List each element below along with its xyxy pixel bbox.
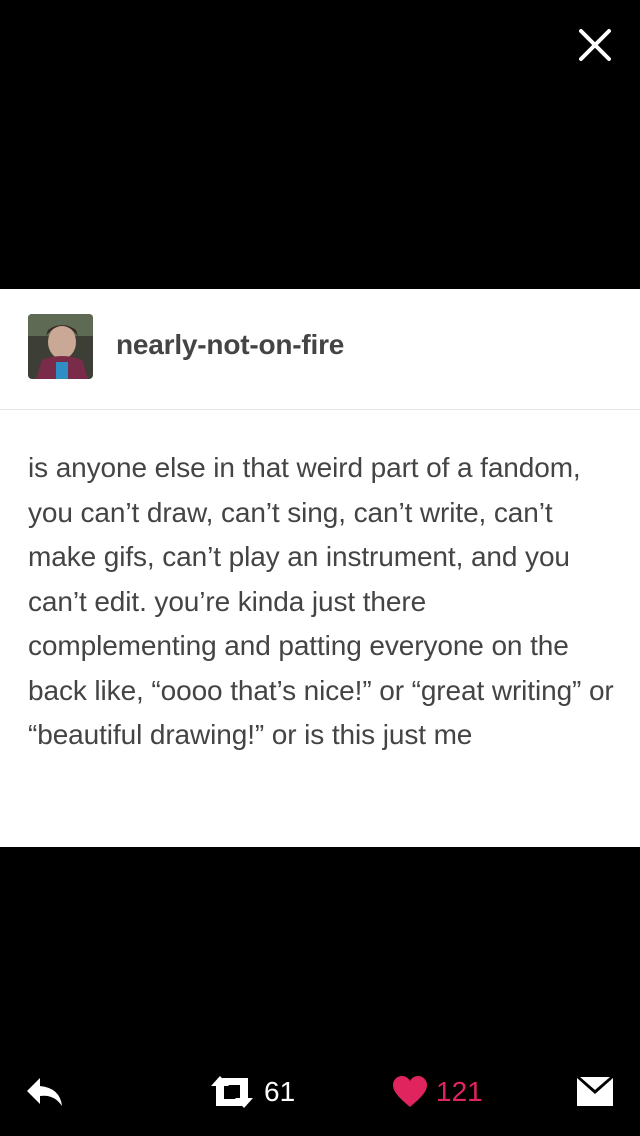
reblog-button[interactable]: 61 <box>208 1060 295 1124</box>
avatar[interactable] <box>28 314 93 379</box>
reblog-count: 61 <box>264 1076 296 1107</box>
post-header: nearly-not-on-fire <box>0 289 640 410</box>
reblog-icon <box>211 1076 253 1108</box>
reply-icon <box>27 1078 62 1106</box>
share-button[interactable] <box>576 1060 614 1124</box>
heart-icon <box>393 1076 427 1107</box>
post-card: nearly-not-on-fire is anyone else in tha… <box>0 289 640 847</box>
username[interactable]: nearly-not-on-fire <box>116 329 344 361</box>
close-button[interactable] <box>572 22 618 68</box>
post-text: is anyone else in that weird part of a f… <box>28 452 614 750</box>
like-count: 121 <box>436 1076 483 1107</box>
close-icon <box>579 29 611 61</box>
like-button[interactable]: 121 <box>392 1060 483 1124</box>
reply-button[interactable] <box>24 1060 66 1124</box>
action-bar: 61 121 <box>0 1060 640 1124</box>
mail-icon <box>577 1077 613 1106</box>
